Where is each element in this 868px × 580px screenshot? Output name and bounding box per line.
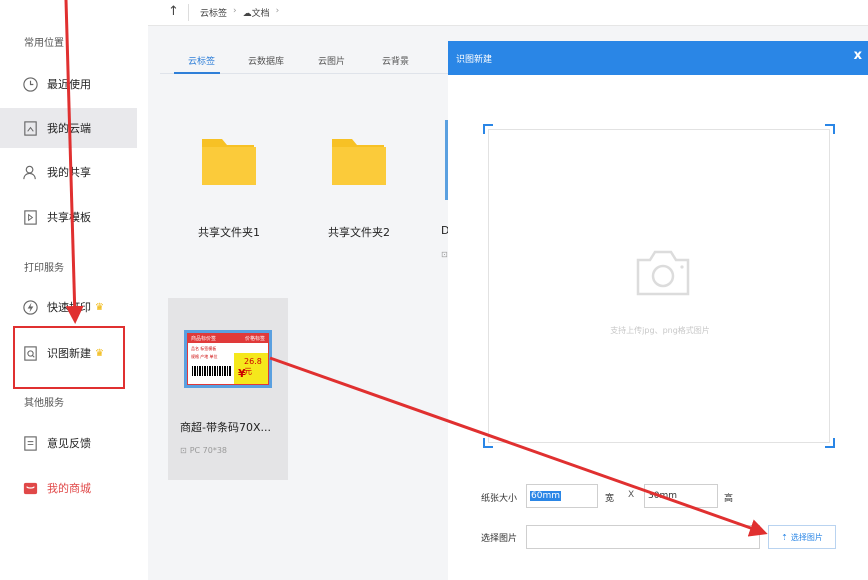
image-path-input[interactable] — [526, 525, 760, 549]
sidebar-item-recent[interactable]: 最近使用 — [0, 64, 137, 104]
paper-height-input[interactable]: 30mm — [644, 484, 718, 508]
sidebar-item-label: 最近使用 — [47, 76, 91, 92]
sidebar-item-shop[interactable]: 我的商城 — [0, 468, 137, 508]
tab-cloud-backgrounds[interactable]: 云背景 — [382, 54, 409, 67]
sidebar-item-my-share[interactable]: 我的共享 — [0, 152, 137, 192]
breadcrumb-item[interactable]: ☁文档 — [243, 6, 270, 19]
barcode — [192, 366, 232, 376]
share-user-icon — [22, 164, 39, 181]
pc-icon: ⊡ — [441, 250, 448, 259]
chevron-right-icon: › — [233, 6, 237, 19]
image-upload-area[interactable]: 支持上传jpg、png格式图片 — [483, 124, 835, 448]
upload-icon: ⇡ — [781, 533, 788, 542]
cloud-icon: ☁ — [243, 9, 252, 19]
app-window: 常用位置 最近使用 我的云端 我的共享 共享模板 打印服务 — [0, 0, 868, 580]
upload-drop-zone: 支持上传jpg、png格式图片 — [488, 129, 830, 443]
sidebar-item-label: 我的共享 — [47, 164, 91, 180]
select-image-label: 选择图片 — [481, 531, 517, 544]
lightning-icon — [22, 299, 39, 316]
dialog-header: 识图新建 x — [448, 41, 868, 75]
sidebar-item-shared-templates[interactable]: 共享模板 — [0, 197, 137, 237]
sidebar-item-feedback[interactable]: 意见反馈 — [0, 423, 137, 463]
folder-item-partial[interactable]: D ⊡ — [434, 120, 448, 260]
times-symbol: X — [628, 490, 634, 500]
folder-item[interactable]: 共享文件夹2 — [300, 133, 418, 273]
dialog-title: 识图新建 — [456, 52, 492, 65]
label-price: 26.8元 — [244, 357, 268, 377]
divider — [188, 4, 189, 21]
folder-name: 共享文件夹2 — [300, 224, 418, 240]
label-title: 商品标价签 — [191, 335, 216, 342]
sidebar: 常用位置 最近使用 我的云端 我的共享 共享模板 打印服务 — [0, 0, 148, 580]
breadcrumb: 云标签 › ☁文档 › — [200, 6, 279, 19]
section-title-print: 打印服务 — [24, 259, 64, 274]
label-tag: 价格标签 — [245, 335, 265, 342]
section-title-common: 常用位置 — [24, 34, 64, 49]
height-label: 高 — [724, 491, 733, 504]
breadcrumb-item[interactable]: 云标签 — [200, 6, 227, 19]
tab-bar: 云标签 云数据库 云图片 云背景 — [160, 44, 450, 74]
breadcrumb-bar: ↑ 云标签 › ☁文档 › — [148, 0, 868, 26]
highlight-box — [13, 326, 125, 389]
folder-icon — [330, 133, 386, 189]
scan-create-dialog: 识图新建 x 支持上传jpg、png格式图片 纸张大小 60mm 宽 X 30m… — [448, 41, 868, 580]
sidebar-item-label: 意见反馈 — [47, 435, 91, 451]
pc-icon: ⊡ — [180, 446, 187, 455]
template-meta: ⊡ PC 70*38 — [180, 446, 227, 455]
template-size: PC 70*38 — [190, 446, 227, 455]
cloud-doc-icon — [22, 120, 39, 137]
width-label: 宽 — [605, 491, 614, 504]
vip-crown-icon: ♛ — [95, 302, 104, 313]
sidebar-item-label: 我的商城 — [47, 480, 91, 496]
sidebar-item-my-cloud[interactable]: 我的云端 — [0, 108, 137, 148]
template-card[interactable]: 商品标价签 价格标签 品名 标签模板 规格 产地 单位 26.8元 ¥ 商超-带… — [168, 298, 288, 480]
label-row: 规格 产地 单位 — [191, 354, 218, 360]
upload-hint: 支持上传jpg、png格式图片 — [489, 325, 831, 336]
sidebar-item-label: 共享模板 — [47, 209, 91, 225]
close-icon[interactable]: x — [854, 48, 862, 63]
sidebar-item-label: 我的云端 — [47, 120, 91, 136]
up-arrow-icon[interactable]: ↑ — [168, 4, 179, 19]
label-price-box: 26.8元 ¥ — [234, 353, 268, 384]
paper-width-input[interactable]: 60mm — [526, 484, 598, 508]
tab-cloud-labels[interactable]: 云标签 — [188, 54, 215, 67]
select-image-button[interactable]: ⇡ 选择图片 — [768, 525, 836, 549]
folder-name: 共享文件夹1 — [170, 224, 288, 240]
feedback-icon — [22, 435, 39, 452]
paper-size-label: 纸张大小 — [481, 491, 517, 504]
template-thumbnail: 商品标价签 价格标签 品名 标签模板 规格 产地 单位 26.8元 ¥ — [184, 330, 272, 388]
tab-cloud-database[interactable]: 云数据库 — [248, 54, 284, 67]
tab-active-indicator — [174, 72, 220, 74]
clock-icon — [22, 76, 39, 93]
sidebar-item-label: 快速打印 — [47, 299, 91, 315]
label-preview: 商品标价签 价格标签 品名 标签模板 规格 产地 单位 26.8元 ¥ — [187, 333, 269, 385]
chevron-right-icon: › — [276, 6, 280, 19]
tab-cloud-images[interactable]: 云图片 — [318, 54, 345, 67]
label-header: 商品标价签 价格标签 — [188, 334, 268, 343]
folder-item[interactable]: 共享文件夹1 — [170, 133, 288, 273]
select-image-button-label: 选择图片 — [791, 532, 823, 543]
template-icon — [22, 209, 39, 226]
shop-icon — [22, 480, 39, 497]
folder-icon — [200, 133, 256, 189]
section-title-other: 其他服务 — [24, 394, 64, 409]
camera-icon — [634, 242, 692, 302]
currency-symbol: ¥ — [238, 367, 246, 380]
label-row: 品名 标签模板 — [191, 346, 216, 352]
template-name: 商超-带条码70X... — [180, 419, 271, 435]
sidebar-item-quick-print[interactable]: 快速打印 ♛ — [0, 287, 137, 327]
